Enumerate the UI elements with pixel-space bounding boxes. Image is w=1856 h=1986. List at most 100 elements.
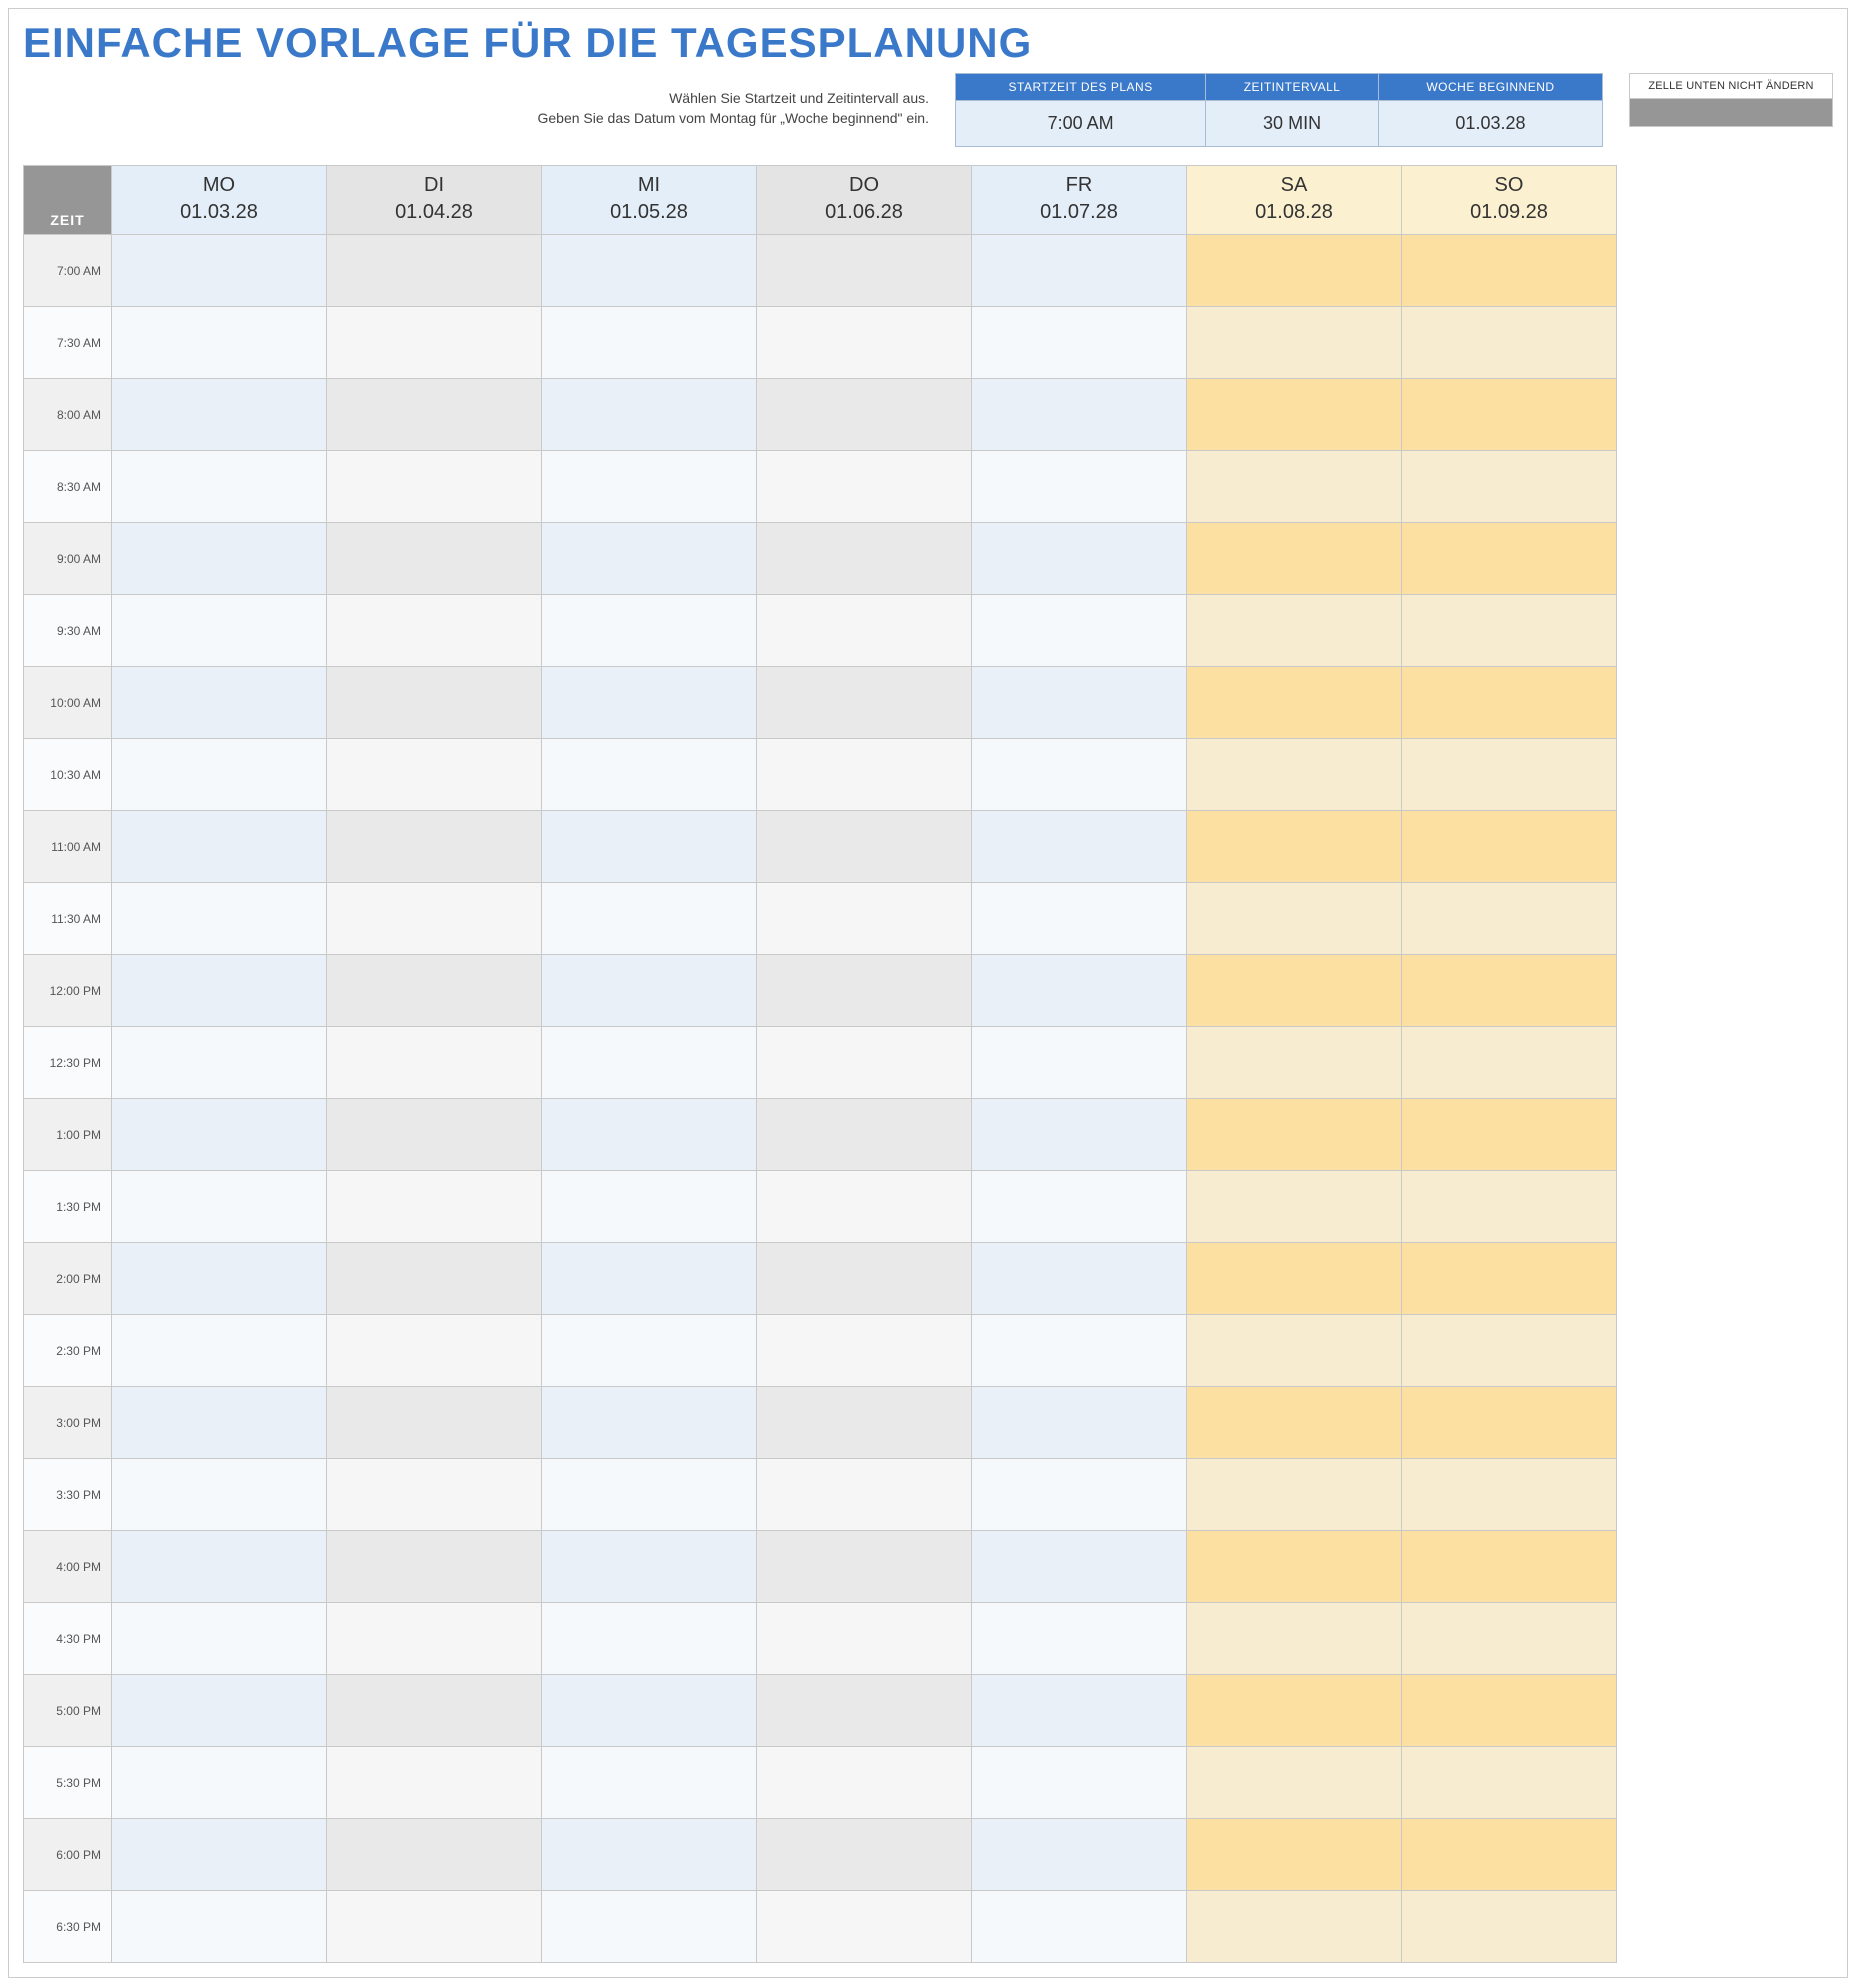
slot-cell[interactable]: [112, 1315, 327, 1387]
slot-cell[interactable]: [1187, 451, 1402, 523]
slot-cell[interactable]: [1402, 1315, 1617, 1387]
slot-cell[interactable]: [327, 1603, 542, 1675]
slot-cell[interactable]: [757, 1747, 972, 1819]
slot-cell[interactable]: [1402, 235, 1617, 307]
slot-cell[interactable]: [112, 1531, 327, 1603]
slot-cell[interactable]: [327, 1531, 542, 1603]
slot-cell[interactable]: [757, 1819, 972, 1891]
slot-cell[interactable]: [1402, 523, 1617, 595]
slot-cell[interactable]: [972, 955, 1187, 1027]
slot-cell[interactable]: [112, 1675, 327, 1747]
slot-cell[interactable]: [972, 235, 1187, 307]
slot-cell[interactable]: [757, 667, 972, 739]
slot-cell[interactable]: [1402, 811, 1617, 883]
slot-cell[interactable]: [542, 1315, 757, 1387]
slot-cell[interactable]: [1402, 1459, 1617, 1531]
slot-cell[interactable]: [1187, 379, 1402, 451]
slot-cell[interactable]: [1187, 811, 1402, 883]
slot-cell[interactable]: [112, 955, 327, 1027]
slot-cell[interactable]: [972, 1387, 1187, 1459]
slot-cell[interactable]: [112, 523, 327, 595]
slot-cell[interactable]: [972, 1171, 1187, 1243]
slot-cell[interactable]: [542, 1387, 757, 1459]
slot-cell[interactable]: [1187, 1531, 1402, 1603]
slot-cell[interactable]: [542, 811, 757, 883]
slot-cell[interactable]: [972, 1675, 1187, 1747]
slot-cell[interactable]: [112, 451, 327, 523]
slot-cell[interactable]: [112, 379, 327, 451]
slot-cell[interactable]: [1187, 739, 1402, 811]
slot-cell[interactable]: [1187, 1171, 1402, 1243]
slot-cell[interactable]: [757, 1603, 972, 1675]
slot-cell[interactable]: [972, 1459, 1187, 1531]
slot-cell[interactable]: [1187, 667, 1402, 739]
slot-cell[interactable]: [327, 379, 542, 451]
slot-cell[interactable]: [757, 595, 972, 667]
slot-cell[interactable]: [327, 1387, 542, 1459]
slot-cell[interactable]: [1187, 307, 1402, 379]
slot-cell[interactable]: [542, 1891, 757, 1963]
slot-cell[interactable]: [1402, 1675, 1617, 1747]
slot-cell[interactable]: [972, 1891, 1187, 1963]
slot-cell[interactable]: [972, 811, 1187, 883]
slot-cell[interactable]: [972, 595, 1187, 667]
slot-cell[interactable]: [757, 307, 972, 379]
slot-cell[interactable]: [112, 1027, 327, 1099]
slot-cell[interactable]: [1187, 595, 1402, 667]
slot-cell[interactable]: [1402, 667, 1617, 739]
slot-cell[interactable]: [327, 1315, 542, 1387]
slot-cell[interactable]: [757, 235, 972, 307]
slot-cell[interactable]: [1187, 1819, 1402, 1891]
slot-cell[interactable]: [757, 955, 972, 1027]
slot-cell[interactable]: [112, 1891, 327, 1963]
param-value-week[interactable]: 01.03.28: [1378, 101, 1602, 147]
slot-cell[interactable]: [327, 1747, 542, 1819]
slot-cell[interactable]: [1187, 1603, 1402, 1675]
slot-cell[interactable]: [542, 1603, 757, 1675]
slot-cell[interactable]: [112, 235, 327, 307]
slot-cell[interactable]: [112, 667, 327, 739]
slot-cell[interactable]: [1402, 1027, 1617, 1099]
slot-cell[interactable]: [972, 1603, 1187, 1675]
slot-cell[interactable]: [327, 1099, 542, 1171]
slot-cell[interactable]: [542, 667, 757, 739]
slot-cell[interactable]: [972, 1099, 1187, 1171]
slot-cell[interactable]: [1187, 523, 1402, 595]
slot-cell[interactable]: [542, 451, 757, 523]
slot-cell[interactable]: [1187, 1747, 1402, 1819]
slot-cell[interactable]: [112, 1387, 327, 1459]
slot-cell[interactable]: [542, 1171, 757, 1243]
slot-cell[interactable]: [542, 1459, 757, 1531]
slot-cell[interactable]: [757, 523, 972, 595]
slot-cell[interactable]: [757, 739, 972, 811]
slot-cell[interactable]: [972, 451, 1187, 523]
slot-cell[interactable]: [327, 1891, 542, 1963]
slot-cell[interactable]: [542, 883, 757, 955]
slot-cell[interactable]: [542, 1819, 757, 1891]
slot-cell[interactable]: [1402, 1099, 1617, 1171]
slot-cell[interactable]: [327, 1819, 542, 1891]
slot-cell[interactable]: [112, 1603, 327, 1675]
slot-cell[interactable]: [542, 1099, 757, 1171]
slot-cell[interactable]: [1402, 1747, 1617, 1819]
slot-cell[interactable]: [972, 1243, 1187, 1315]
slot-cell[interactable]: [542, 1675, 757, 1747]
slot-cell[interactable]: [542, 523, 757, 595]
slot-cell[interactable]: [112, 1819, 327, 1891]
slot-cell[interactable]: [1187, 1675, 1402, 1747]
slot-cell[interactable]: [327, 1171, 542, 1243]
slot-cell[interactable]: [757, 1531, 972, 1603]
slot-cell[interactable]: [1187, 1315, 1402, 1387]
slot-cell[interactable]: [757, 1027, 972, 1099]
slot-cell[interactable]: [1402, 883, 1617, 955]
slot-cell[interactable]: [757, 1891, 972, 1963]
slot-cell[interactable]: [112, 1171, 327, 1243]
param-value-interval[interactable]: 30 MIN: [1206, 101, 1379, 147]
slot-cell[interactable]: [1187, 1387, 1402, 1459]
slot-cell[interactable]: [1402, 1387, 1617, 1459]
slot-cell[interactable]: [1402, 1819, 1617, 1891]
slot-cell[interactable]: [1187, 1459, 1402, 1531]
slot-cell[interactable]: [112, 1459, 327, 1531]
slot-cell[interactable]: [1402, 1531, 1617, 1603]
slot-cell[interactable]: [757, 1459, 972, 1531]
